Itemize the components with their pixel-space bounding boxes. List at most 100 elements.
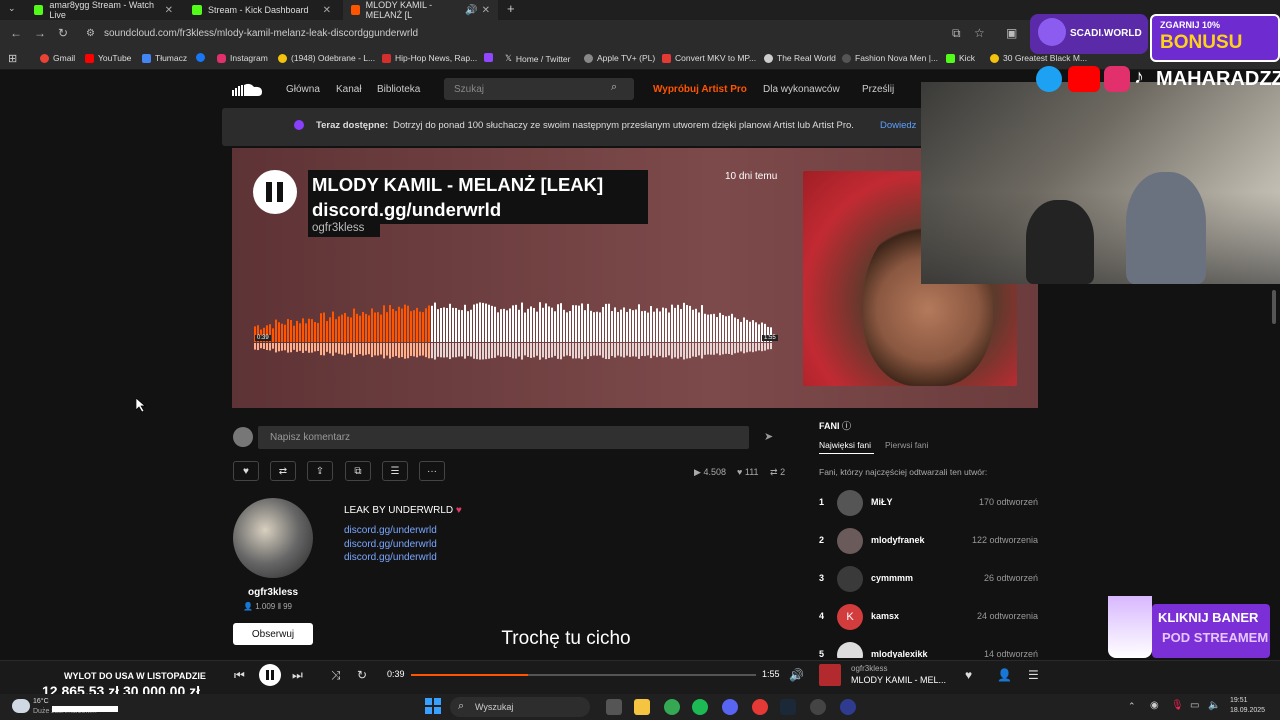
bookmark-convert[interactable]: Convert MKV to MP... — [662, 53, 756, 63]
reload-icon[interactable]: ↻ — [58, 26, 68, 40]
info-icon[interactable]: ⓘ — [842, 421, 851, 431]
bookmark-twitch[interactable] — [484, 53, 497, 62]
chrome-icon[interactable] — [664, 699, 680, 715]
bookmark-youtube[interactable]: YouTube — [85, 53, 131, 63]
forward-icon[interactable]: → — [34, 26, 46, 40]
close-icon[interactable]: ✕ — [482, 5, 490, 16]
spotify-icon[interactable] — [692, 699, 708, 715]
bookmark-facebook[interactable] — [196, 53, 209, 62]
tray-expand-icon[interactable]: ⌃ — [1128, 701, 1136, 712]
uploader-name[interactable]: ogfr3kless — [233, 587, 313, 598]
more-button[interactable]: ··· — [419, 461, 445, 481]
clock-date[interactable]: 18.09.2025 — [1230, 707, 1265, 714]
bookmark-fashionnova[interactable]: Fashion Nova Men |... — [842, 53, 938, 63]
share-button[interactable]: ⇪ — [307, 461, 333, 481]
send-comment-icon[interactable]: ➤ — [764, 430, 773, 443]
artist-pro-link[interactable]: Wypróbuj Artist Pro — [653, 84, 747, 95]
queue-icon[interactable]: ☰ — [1028, 668, 1039, 682]
volume-icon[interactable]: 🔊 — [789, 668, 804, 682]
tab-list-chevron-icon[interactable]: ⌄ — [8, 3, 16, 14]
fan-row[interactable]: 4 K kamsx 24 odtworzenia — [819, 602, 1038, 632]
search-icon[interactable]: ⌕ — [611, 81, 617, 94]
speaker-icon[interactable]: 🔊 — [465, 5, 477, 16]
task-view-icon[interactable] — [606, 699, 622, 715]
tab-kick-dashboard[interactable]: Stream - Kick Dashboard ✕ — [184, 0, 339, 20]
app-icon[interactable] — [840, 699, 856, 715]
description-link[interactable]: discord.gg/underwrld — [344, 552, 437, 563]
network-icon[interactable]: ▭ — [1190, 700, 1199, 711]
uploader-avatar[interactable] — [233, 498, 313, 578]
tab-kick-watch[interactable]: amar8ygg Stream - Watch Live ✕ — [26, 0, 181, 20]
bookmark-star-icon[interactable]: ☆ — [974, 26, 985, 40]
url-field[interactable]: soundcloud.com/fr3kless/mlody-kamil-mela… — [104, 28, 418, 39]
tray-discord-icon[interactable]: ◉ — [1150, 700, 1159, 711]
follow-user-icon[interactable]: 👤 — [997, 668, 1012, 682]
microphone-icon[interactable]: 🎙 — [1171, 700, 1184, 711]
fan-row[interactable]: 3 cymmmm 26 odtworzeń — [819, 564, 1038, 594]
scrollbar-thumb[interactable] — [1272, 290, 1276, 324]
comment-input[interactable]: Napisz komentarz — [258, 426, 749, 449]
clock-time[interactable]: 19:51 — [1230, 697, 1248, 704]
nav-library[interactable]: Biblioteka — [377, 84, 420, 95]
fan-row[interactable]: 1 MiŁY 170 odtworzeń — [819, 488, 1038, 518]
bookmark-translate[interactable]: Tłumacz — [142, 53, 187, 63]
shuffle-icon[interactable]: ⤨ — [331, 668, 341, 683]
pause-button[interactable] — [253, 170, 297, 214]
speaker-icon[interactable]: 🔈 — [1208, 700, 1220, 711]
follow-button[interactable]: Obserwuj — [233, 623, 313, 645]
description-link[interactable]: discord.gg/underwrld — [344, 525, 437, 536]
install-icon[interactable]: ⧉ — [952, 26, 961, 41]
heart-icon[interactable]: ♥ — [965, 668, 972, 682]
soundcloud-logo-icon[interactable] — [232, 82, 264, 96]
app-icon[interactable] — [752, 699, 768, 715]
copy-link-button[interactable]: ⧉ — [345, 461, 371, 481]
description-link[interactable]: discord.gg/underwrld — [344, 539, 437, 550]
nav-home[interactable]: Główna — [286, 84, 320, 95]
fan-row[interactable]: 5 mlodyalexikk 14 odtworzeń — [819, 640, 1038, 658]
weather-icon[interactable] — [12, 699, 30, 713]
previous-track-icon[interactable]: ⏮ — [234, 668, 245, 683]
bookmark-received[interactable]: (1948) Odebrane - L... — [278, 53, 375, 63]
search-input[interactable]: Szukaj — [444, 78, 634, 100]
site-info-icon[interactable]: ⚙ — [86, 28, 95, 39]
player-title[interactable]: MLODY KAMIL - MEL... — [851, 675, 946, 685]
bookmark-hiphop[interactable]: Hip-Hop News, Rap... — [382, 53, 477, 63]
steam-icon[interactable] — [780, 699, 796, 715]
taskbar-search[interactable]: ⌕ Wyszukaj — [450, 697, 590, 717]
learn-more-link[interactable]: Dowiedz — [880, 120, 916, 131]
like-button[interactable]: ♥ — [233, 461, 259, 481]
nav-feed[interactable]: Kanał — [336, 84, 362, 95]
for-artists-link[interactable]: Dla wykonawców — [763, 84, 840, 95]
next-track-icon[interactable]: ⏭ — [292, 668, 303, 683]
tab-top-fans[interactable]: Najwięksi fani — [819, 440, 871, 450]
bookmark-gmail[interactable]: Gmail — [40, 53, 75, 63]
waveform[interactable] — [254, 296, 774, 366]
bookmark-instagram[interactable]: Instagram — [217, 53, 268, 63]
bookmark-realworld[interactable]: The Real World — [764, 53, 836, 63]
player-artist[interactable]: ogfr3kless — [851, 664, 887, 673]
discord-icon[interactable] — [722, 699, 738, 715]
track-artist-link[interactable]: ogfr3kless — [312, 222, 364, 234]
upload-link[interactable]: Prześlij — [862, 84, 894, 95]
fan-row[interactable]: 2 mlodyfranek 122 odtworzenia — [819, 526, 1038, 556]
bookmark-twitter[interactable]: 𝕏 Home / Twitter — [505, 53, 571, 64]
back-icon[interactable]: ← — [10, 26, 22, 40]
tab-soundcloud[interactable]: MLODY KAMIL - MELANŻ [L 🔊 ✕ — [343, 0, 498, 20]
extension-icon[interactable]: ▣ — [1006, 26, 1017, 40]
player-pause-button[interactable] — [259, 664, 281, 686]
windows-start-icon[interactable] — [425, 698, 441, 714]
repeat-icon[interactable]: ↻ — [357, 668, 367, 682]
bookmark-kick[interactable]: Kick — [946, 53, 975, 63]
file-explorer-icon[interactable] — [634, 699, 650, 715]
player-artwork[interactable] — [819, 664, 841, 686]
add-to-playlist-button[interactable]: ☰ — [382, 461, 408, 481]
tab-first-fans[interactable]: Pierwsi fani — [885, 440, 928, 450]
player-progress-bar[interactable] — [411, 674, 756, 676]
apps-grid-icon[interactable]: ⊞ — [8, 52, 17, 65]
new-tab-button[interactable]: + — [507, 1, 515, 16]
close-icon[interactable]: ✕ — [165, 5, 173, 16]
close-icon[interactable]: ✕ — [323, 5, 331, 16]
bookmark-appletv[interactable]: Apple TV+ (PL) — [584, 53, 655, 63]
repost-button[interactable]: ⇄ — [270, 461, 296, 481]
obs-icon[interactable] — [810, 699, 826, 715]
